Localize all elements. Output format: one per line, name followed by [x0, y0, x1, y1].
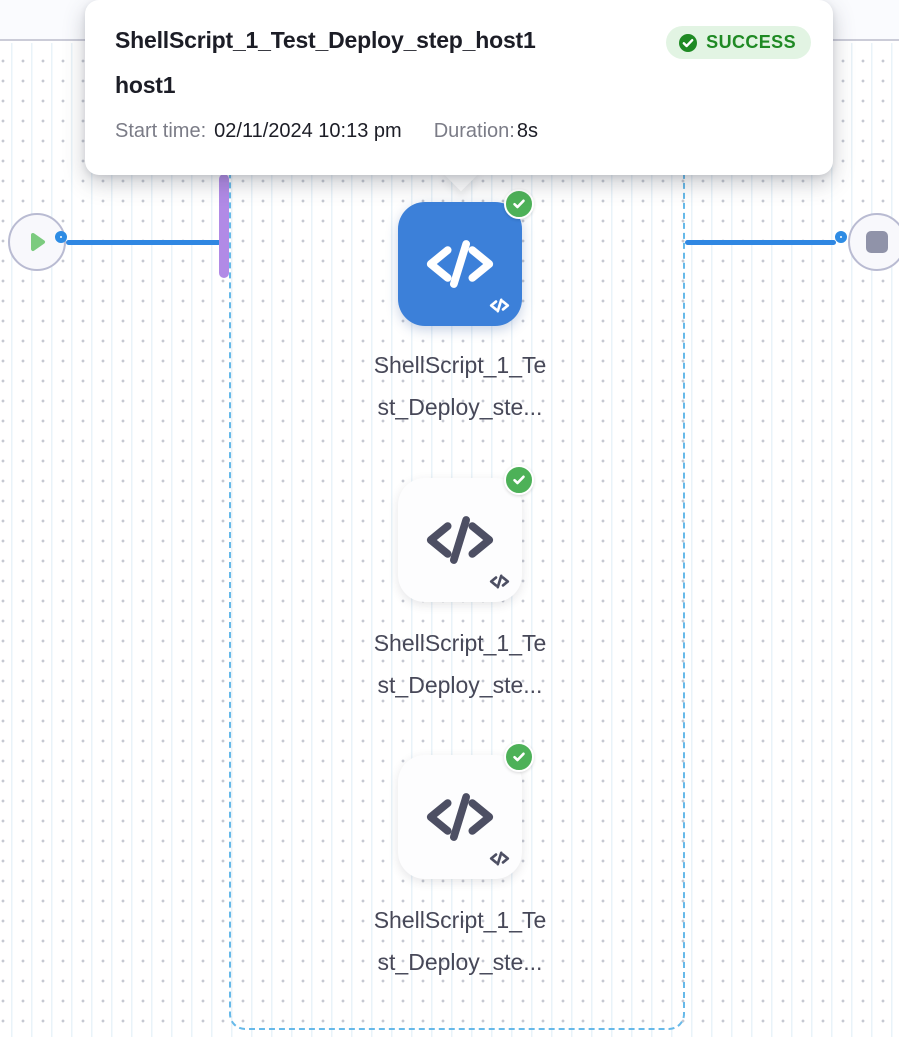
step-node-1[interactable] [398, 202, 522, 326]
pipeline-end-node [848, 213, 899, 271]
success-check-icon [504, 189, 534, 219]
code-icon [423, 227, 497, 301]
code-icon-mini [489, 571, 510, 592]
selection-marker [219, 174, 229, 278]
step-label-line: st_Deploy_ste... [325, 664, 595, 706]
step-label-1[interactable]: ShellScript_1_Te st_Deploy_ste... [325, 344, 595, 428]
start-port-ring [55, 231, 67, 243]
check-icon [678, 33, 698, 53]
step-label-line: st_Deploy_ste... [325, 941, 595, 983]
duration-group: Duration:8s [434, 109, 538, 154]
step-node-3[interactable] [398, 755, 522, 879]
step-label-2[interactable]: ShellScript_1_Te st_Deploy_ste... [325, 622, 595, 706]
step-label-line: ShellScript_1_Te [325, 899, 595, 941]
tooltip-meta: Start time: 02/11/2024 10:13 pm Duration:… [115, 109, 809, 154]
step-label-line: ShellScript_1_Te [325, 622, 595, 664]
duration-value: 8s [517, 120, 538, 142]
tooltip-title-line2: host1 [115, 63, 660, 108]
status-badge: SUCCESS [666, 26, 811, 59]
start-time-label: Start time: [115, 120, 206, 142]
status-badge-text: SUCCESS [706, 32, 796, 53]
tooltip-title-line1: ShellScript_1_Test_Deploy_step_host1 [115, 18, 660, 63]
edge-start-to-stage [66, 240, 221, 245]
step-label-line: ShellScript_1_Te [325, 344, 595, 386]
stop-icon [866, 231, 888, 253]
step-label-3[interactable]: ShellScript_1_Te st_Deploy_ste... [325, 899, 595, 983]
play-icon [25, 230, 49, 254]
duration-label: Duration: [434, 120, 515, 142]
code-icon [423, 780, 497, 854]
code-icon-mini [489, 848, 510, 869]
start-time-group: Start time: 02/11/2024 10:13 pm [115, 109, 402, 154]
pipeline-execution-screen: ShellScript_1_Te st_Deploy_ste... ShellS… [0, 0, 899, 1037]
end-port-ring [835, 231, 847, 243]
step-node-2[interactable] [398, 478, 522, 602]
tooltip-title: ShellScript_1_Test_Deploy_step_host1 hos… [115, 18, 660, 108]
code-icon-mini [489, 295, 510, 316]
step-tooltip: ShellScript_1_Test_Deploy_step_host1 hos… [85, 0, 833, 175]
step-label-line: st_Deploy_ste... [325, 386, 595, 428]
success-check-icon [504, 465, 534, 495]
success-check-icon [504, 742, 534, 772]
edge-stage-to-end [685, 240, 836, 245]
code-icon [423, 503, 497, 577]
start-time-value: 02/11/2024 10:13 pm [214, 120, 402, 142]
